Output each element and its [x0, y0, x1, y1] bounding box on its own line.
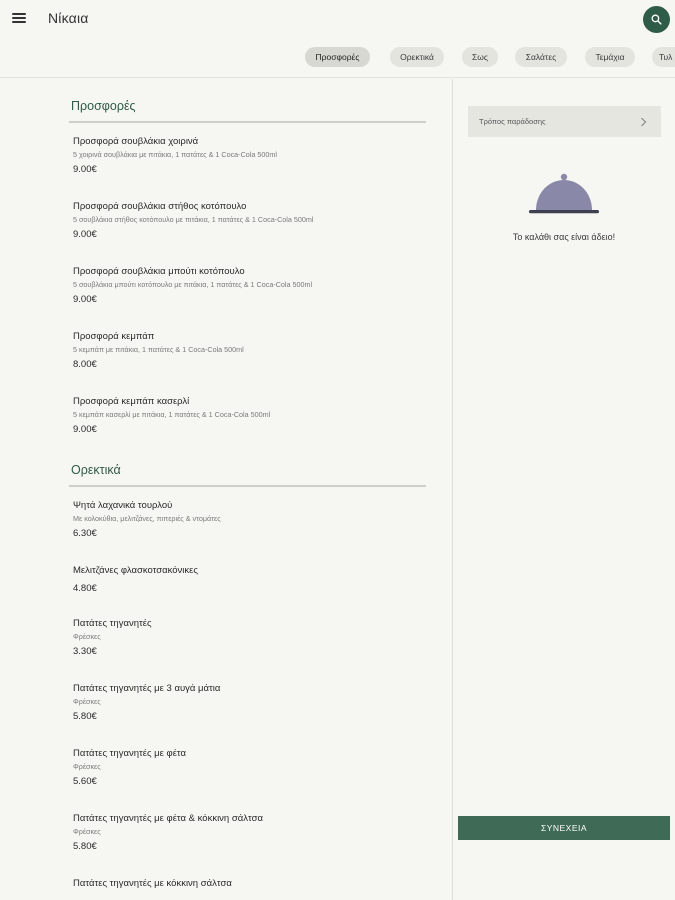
section-divider: [69, 121, 426, 123]
item-description: 5 κεμπάπ κασερλί με πιτάκια, 1 πατάτες &…: [73, 410, 271, 419]
item-description: 5 χοιρινά σουβλάκια με πιτάκια, 1 πατάτε…: [73, 150, 277, 159]
item-description: 5 κεμπάπ με πιτάκια, 1 πατάτες & 1 Coca-…: [73, 345, 244, 354]
item-description: Φρέσκες: [73, 827, 101, 836]
menu-item[interactable]: Πατάτες τηγανητές με φέτα Φρέσκες 5.60€: [73, 748, 433, 788]
delivery-method-selector[interactable]: Τρόπος παράδοσης: [468, 106, 661, 137]
item-price: 9.00€: [73, 424, 97, 435]
item-name: Μελιτζάνες φλασκοτσακόνικες: [73, 565, 198, 576]
menu-item[interactable]: Πατάτες τηγανητές με κόκκινη σάλτσα: [73, 878, 433, 890]
item-description: Με κολοκύθια, μελιτζάνες, πιπεριές & ντο…: [73, 514, 221, 523]
menu-item[interactable]: Προσφορά κεμπάπ κασερλί 5 κεμπάπ κασερλί…: [73, 396, 433, 436]
item-name: Πατάτες τηγανητές με φέτα: [73, 748, 187, 759]
item-price: 5.60€: [73, 776, 97, 787]
item-name: Προσφορά κεμπάπ: [73, 331, 155, 342]
section-title-offers: Προσφορές: [71, 99, 136, 113]
menu-item[interactable]: Προσφορά σουβλάκια χοιρινά 5 χοιρινά σου…: [73, 136, 433, 176]
section-title-appetizers: Ορεκτικά: [71, 463, 121, 477]
item-description: 5 σουβλάκια μπούτι κοτόπουλο με πιτάκια,…: [73, 280, 313, 289]
item-description: Φρέσκες: [73, 697, 101, 706]
tab-sauces[interactable]: Σως: [462, 47, 498, 67]
menu-item[interactable]: Πατάτες τηγανητές με φέτα & κόκκινη σάλτ…: [73, 813, 433, 853]
menu-item[interactable]: Προσφορά σουβλάκια μπούτι κοτόπουλο 5 σο…: [73, 266, 433, 306]
item-name: Προσφορά σουβλάκια μπούτι κοτόπουλο: [73, 266, 245, 277]
item-name: Ψητά λαχανικά τουρλού: [73, 500, 173, 511]
search-icon: [651, 14, 662, 25]
top-bar: Νίκαια Προσφορές Ορεκτικά Σως Σαλάτες Τε…: [0, 0, 675, 78]
tab-offers[interactable]: Προσφορές: [305, 47, 370, 67]
section-divider: [69, 485, 426, 487]
continue-button[interactable]: ΣΥΝΕΧΕΙΑ: [458, 816, 670, 840]
cloche-icon: [529, 173, 599, 214]
item-price: 5.80€: [73, 711, 97, 722]
item-price: 3.30€: [73, 646, 97, 657]
menu-item[interactable]: Μελιτζάνες φλασκοτσακόνικες 4.80€: [73, 565, 433, 595]
chevron-right-icon: [641, 117, 647, 127]
menu-list: Προσφορές Προσφορά σουβλάκια χοιρινά 5 χ…: [0, 79, 452, 900]
item-name: Πατάτες τηγανητές: [73, 618, 152, 629]
menu-item[interactable]: Προσφορά σουβλάκια στήθος κοτόπουλο 5 σο…: [73, 201, 433, 241]
item-description: Φρέσκες: [73, 632, 101, 641]
tab-pieces[interactable]: Τεμάχια: [585, 47, 635, 67]
item-price: 4.80€: [73, 583, 97, 594]
item-price: 9.00€: [73, 229, 97, 240]
item-price: 6.30€: [73, 528, 97, 539]
item-name: Πατάτες τηγανητές με 3 αυγά μάτια: [73, 683, 221, 694]
menu-item[interactable]: Ψητά λαχανικά τουρλού Με κολοκύθια, μελι…: [73, 500, 433, 540]
item-name: Προσφορά σουβλάκια χοιρινά: [73, 136, 199, 147]
item-name: Προσφορά κεμπάπ κασερλί: [73, 396, 190, 407]
item-price: 9.00€: [73, 294, 97, 305]
item-description: 5 σουβλάκια στήθος κοτόπουλο με πιτάκια,…: [73, 215, 314, 224]
empty-cart-message: Το καλάθι σας είναι άδειο!: [512, 232, 616, 242]
menu-item[interactable]: Πατάτες τηγανητές με 3 αυγά μάτια Φρέσκε…: [73, 683, 433, 723]
cart-panel: Τρόπος παράδοσης Το καλάθι σας είναι άδε…: [453, 79, 675, 900]
hamburger-menu-icon[interactable]: [12, 11, 26, 25]
item-description: Φρέσκες: [73, 762, 101, 771]
item-price: 9.00€: [73, 164, 97, 175]
menu-item[interactable]: Πατάτες τηγανητές Φρέσκες 3.30€: [73, 618, 433, 658]
delivery-method-label: Τρόπος παράδοσης: [479, 117, 546, 126]
tab-more[interactable]: Τυλ: [652, 47, 675, 67]
item-price: 5.80€: [73, 841, 97, 852]
item-name: Πατάτες τηγανητές με φέτα & κόκκινη σάλτ…: [73, 813, 263, 824]
page-title: Νίκαια: [48, 10, 89, 26]
tab-appetizers[interactable]: Ορεκτικά: [390, 47, 444, 67]
tab-salads[interactable]: Σαλάτες: [515, 47, 567, 67]
category-tabs: Προσφορές Ορεκτικά Σως Σαλάτες Τεμάχια Τ…: [0, 47, 675, 67]
menu-item[interactable]: Προσφορά κεμπάπ 5 κεμπάπ με πιτάκια, 1 π…: [73, 331, 433, 371]
item-name: Πατάτες τηγανητές με κόκκινη σάλτσα: [73, 878, 232, 889]
search-button[interactable]: [643, 6, 670, 33]
item-name: Προσφορά σουβλάκια στήθος κοτόπουλο: [73, 201, 247, 212]
item-price: 8.00€: [73, 359, 97, 370]
